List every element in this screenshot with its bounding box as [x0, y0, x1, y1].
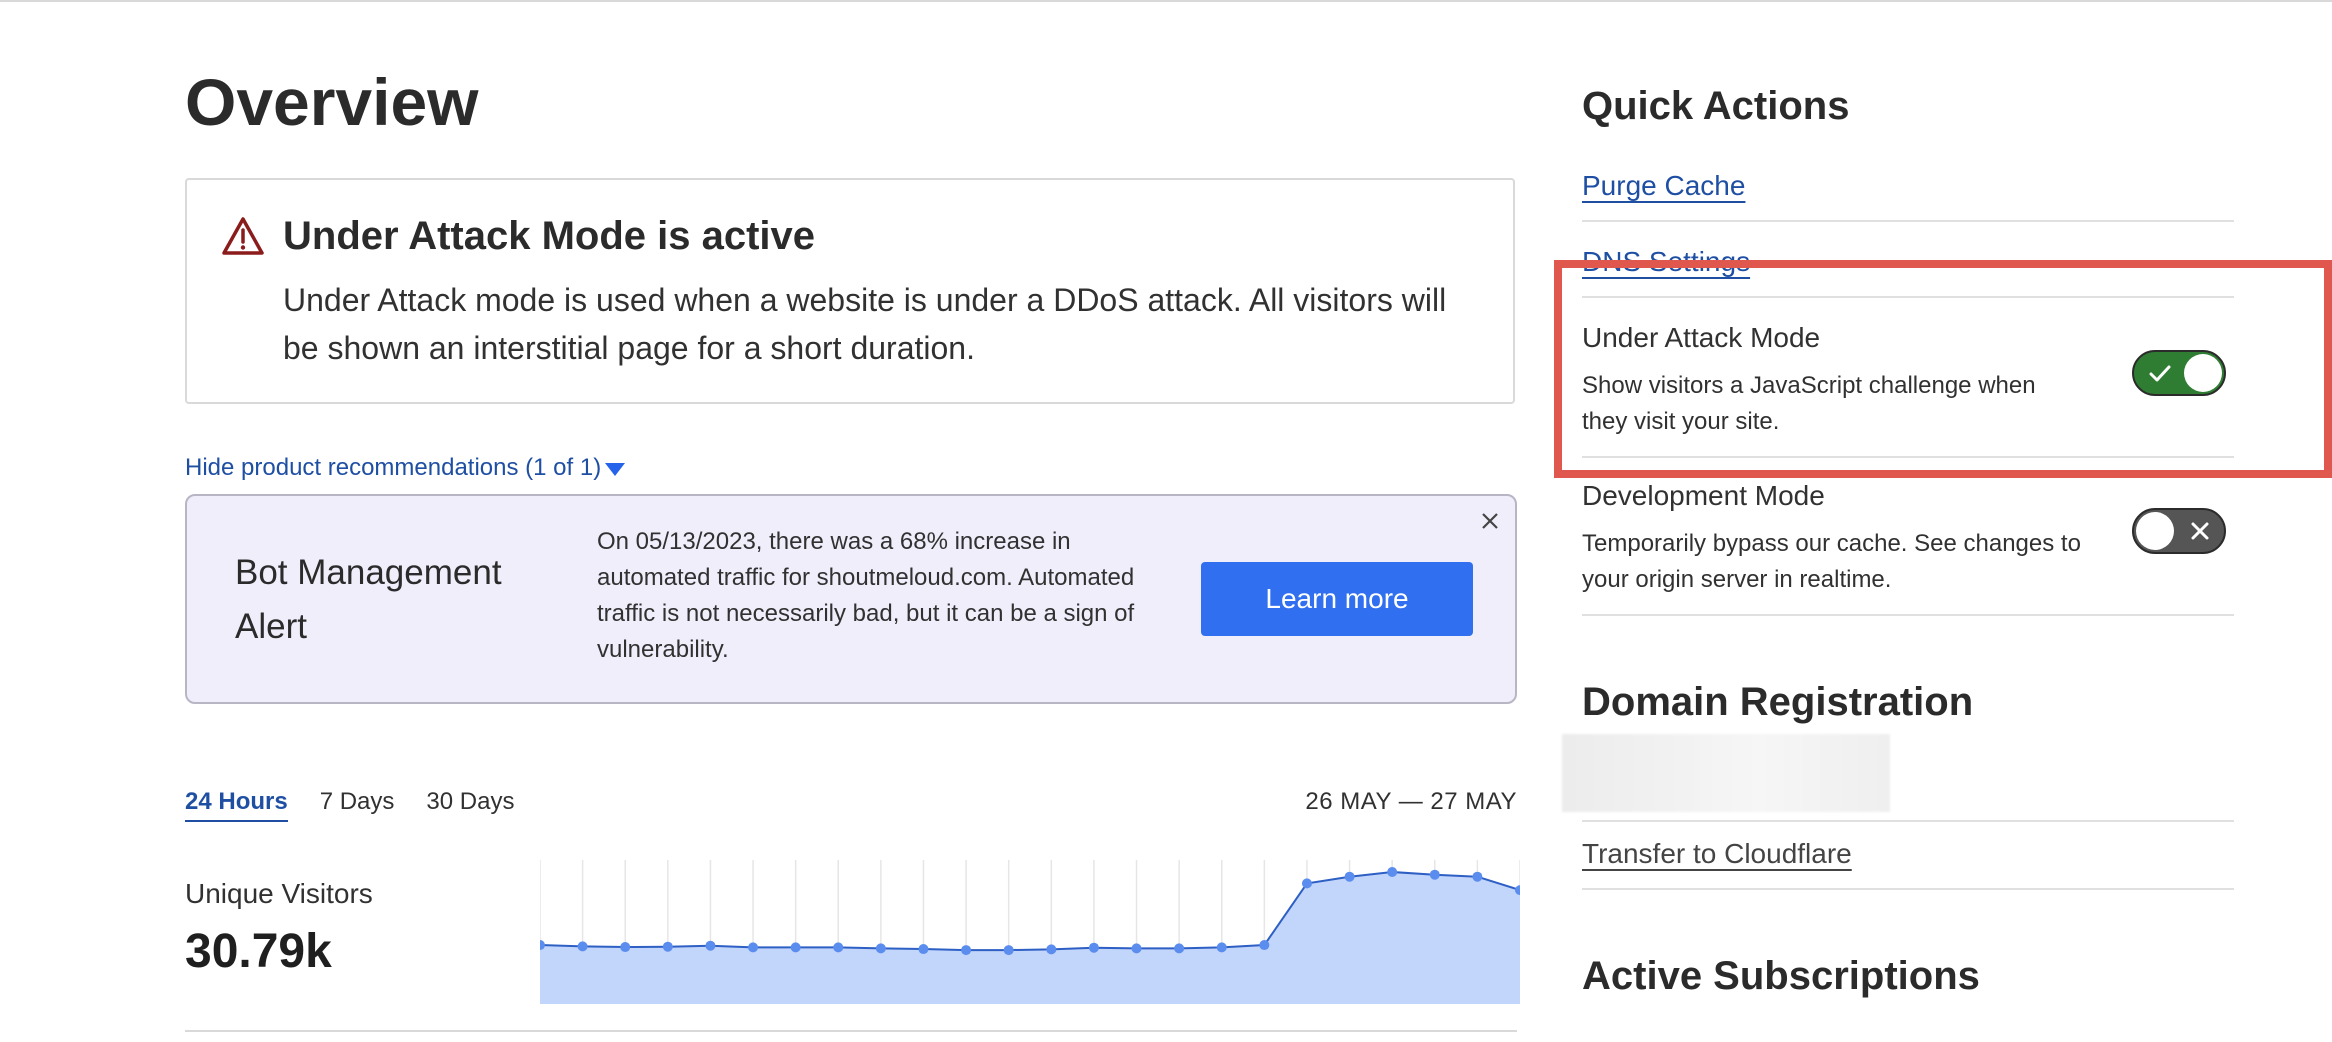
chart-point[interactable]	[662, 941, 673, 952]
caret-down-icon	[605, 462, 626, 476]
chart-point[interactable]	[1472, 871, 1483, 882]
domain-registration-title: Domain Registration	[1582, 680, 1974, 724]
development-mode-toggle[interactable]	[2132, 508, 2226, 554]
chart-point[interactable]	[1259, 940, 1270, 951]
date-range: 26 MAY — 27 MAY	[1305, 788, 1517, 815]
tab-24-hours[interactable]: 24 Hours	[185, 788, 288, 822]
divider	[1582, 614, 2234, 616]
hide-recommendations-label: Hide product recommendations (1 of 1)	[185, 454, 602, 481]
divider	[1582, 888, 2234, 890]
chart-point[interactable]	[705, 940, 716, 951]
chart-point[interactable]	[1301, 878, 1312, 889]
warning-triangle-icon	[222, 217, 264, 255]
bot-card-text: On 05/13/2023, there was a 68% increase …	[597, 528, 1135, 663]
chart-point[interactable]	[1088, 942, 1099, 953]
development-mode-title: Development Mode	[1582, 480, 1825, 511]
under-attack-mode-toggle[interactable]	[2132, 350, 2226, 396]
attack-mode-banner: Under Attack Mode is active Under Attack…	[185, 178, 1515, 404]
chart-point[interactable]	[790, 942, 801, 953]
purge-cache-link[interactable]: Purge Cache	[1582, 170, 1745, 202]
active-subscriptions-title: Active Subscriptions	[1582, 954, 1980, 998]
chart-point[interactable]	[1174, 943, 1185, 954]
toggle-knob	[2184, 354, 2222, 392]
chart-point[interactable]	[875, 943, 886, 954]
bot-card-title: Bot Management Alert	[235, 553, 502, 646]
unique-visitors-chart	[540, 860, 1520, 1004]
divider	[1582, 220, 2234, 222]
time-range-tabs: 24 Hours 7 Days 30 Days	[185, 788, 514, 822]
chart-area	[540, 872, 1520, 1004]
divider	[1582, 820, 2234, 822]
tab-7-days[interactable]: 7 Days	[320, 788, 395, 822]
chart-point[interactable]	[620, 942, 631, 953]
chart-point[interactable]	[918, 944, 929, 955]
chart-point[interactable]	[1216, 942, 1227, 953]
chart-point[interactable]	[577, 941, 588, 952]
learn-more-button[interactable]: Learn more	[1201, 562, 1473, 636]
chart-point[interactable]	[1131, 943, 1142, 954]
development-mode-description: Temporarily bypass our cache. See change…	[1582, 530, 2081, 593]
toggle-knob	[2136, 512, 2174, 550]
hide-recommendations-toggle[interactable]: Hide product recommendations (1 of 1)	[185, 454, 626, 482]
bot-management-card: Bot Management Alert On 05/13/2023, ther…	[185, 494, 1517, 704]
chart-point[interactable]	[833, 942, 844, 953]
under-attack-mode-description: Show visitors a JavaScript challenge whe…	[1582, 372, 2036, 435]
redacted-area	[1562, 734, 1890, 812]
page-title: Overview	[185, 65, 479, 139]
quick-actions-title: Quick Actions	[1582, 84, 1850, 128]
tab-30-days[interactable]: 30 Days	[426, 788, 514, 822]
divider	[1582, 296, 2234, 298]
chart-point[interactable]	[1046, 944, 1057, 955]
check-icon	[2149, 365, 2171, 382]
dns-settings-link[interactable]: DNS Settings	[1582, 246, 1750, 278]
close-icon[interactable]	[1477, 508, 1503, 534]
under-attack-mode-title: Under Attack Mode	[1582, 322, 1821, 353]
divider	[1582, 456, 2234, 458]
metric-value: 30.79k	[185, 925, 332, 978]
chart-point[interactable]	[1003, 945, 1014, 956]
attack-banner-title: Under Attack Mode is active	[283, 214, 816, 258]
x-icon	[2191, 522, 2209, 540]
chart-point[interactable]	[961, 945, 972, 956]
chart-point[interactable]	[748, 942, 759, 953]
metric-label: Unique Visitors	[185, 878, 373, 909]
chart-point[interactable]	[1344, 871, 1355, 882]
section-divider	[185, 1030, 1517, 1032]
transfer-to-cloudflare-link[interactable]: Transfer to Cloudflare	[1582, 838, 1852, 870]
chart-point[interactable]	[1387, 867, 1398, 878]
chart-point[interactable]	[1429, 869, 1440, 880]
top-divider	[0, 0, 2332, 2]
attack-banner-description: Under Attack mode is used when a website…	[283, 282, 1447, 366]
